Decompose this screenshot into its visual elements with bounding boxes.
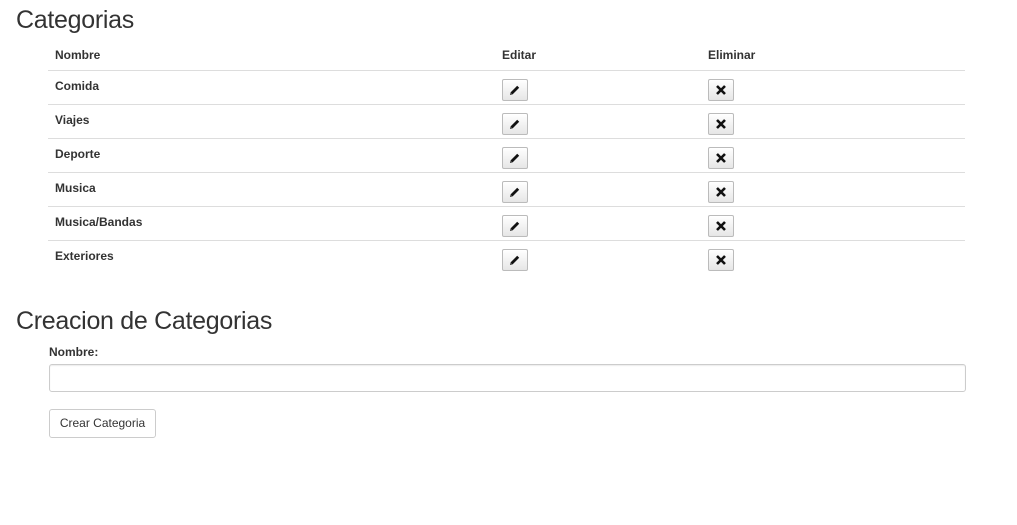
delete-cell	[701, 172, 965, 207]
column-header-edit: Editar	[495, 40, 701, 71]
delete-button[interactable]	[708, 249, 734, 271]
delete-cell	[701, 71, 965, 105]
edit-button[interactable]	[502, 181, 528, 203]
category-name: Musica	[48, 172, 495, 207]
create-category-button[interactable]: Crear Categoria	[49, 409, 156, 438]
edit-cell	[495, 104, 701, 139]
table-row: Musica	[48, 172, 965, 207]
edit-button[interactable]	[502, 215, 528, 237]
edit-button[interactable]	[502, 113, 528, 135]
create-section-title: Creacion de Categorias	[16, 307, 273, 335]
table-row: Musica/Bandas	[48, 206, 965, 241]
delete-cell	[701, 240, 965, 274]
delete-cell	[701, 138, 965, 173]
category-name: Deporte	[48, 138, 495, 173]
delete-cell	[701, 104, 965, 139]
delete-cell	[701, 206, 965, 241]
edit-button[interactable]	[502, 147, 528, 169]
table-row: Viajes	[48, 104, 965, 139]
categories-table-container: Nombre Editar Eliminar Comida Viajes Depor…	[48, 40, 965, 274]
delete-button[interactable]	[708, 147, 734, 169]
category-name: Comida	[55, 79, 100, 93]
edit-cell	[495, 206, 701, 241]
delete-button[interactable]	[708, 79, 734, 101]
column-header-delete: Eliminar	[701, 40, 965, 71]
edit-cell	[495, 71, 701, 105]
page-title: Categorias	[16, 6, 134, 34]
name-field-label: Nombre:	[49, 345, 99, 359]
page: Categorias Nombre Editar Eliminar Comida…	[0, 0, 1017, 525]
column-header-name: Nombre	[48, 40, 495, 71]
category-name: Viajes	[48, 104, 495, 139]
edit-cell	[495, 240, 701, 274]
table-row: Comida	[48, 71, 965, 105]
table-header-row: Nombre Editar Eliminar	[48, 40, 965, 71]
edit-cell	[495, 172, 701, 207]
edit-cell	[495, 138, 701, 173]
delete-button[interactable]	[708, 113, 734, 135]
categories-table: Nombre Editar Eliminar Comida Viajes Depor…	[48, 40, 965, 274]
table-row: Exteriores	[48, 240, 965, 274]
edit-button[interactable]	[502, 79, 528, 101]
delete-button[interactable]	[708, 181, 734, 203]
category-name-input[interactable]	[49, 364, 966, 392]
category-name: Musica/Bandas	[48, 206, 495, 241]
table-body: Comida Viajes Deporte Musica Musica/Bandas Ex…	[48, 71, 965, 274]
edit-button[interactable]	[502, 249, 528, 271]
delete-button[interactable]	[708, 215, 734, 237]
category-name: Exteriores	[48, 240, 495, 274]
table-header: Nombre Editar Eliminar	[48, 40, 965, 71]
table-row: Deporte	[48, 138, 965, 173]
